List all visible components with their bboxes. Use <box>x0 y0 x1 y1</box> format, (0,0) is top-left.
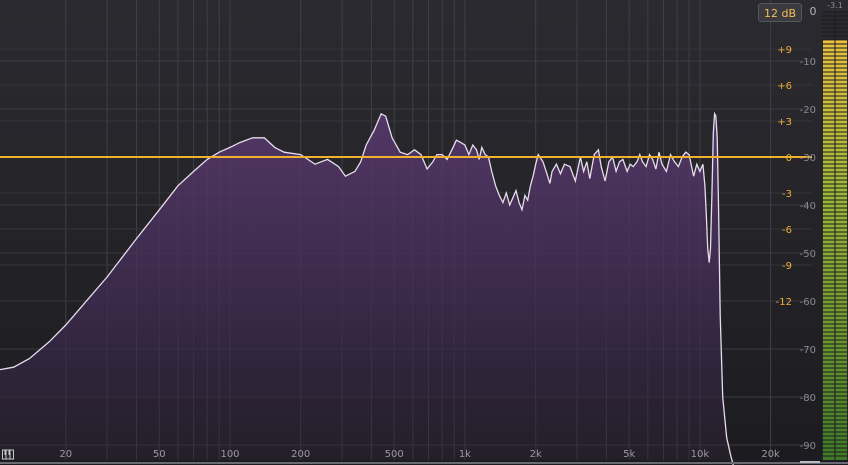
freq-label: 2k <box>530 449 542 460</box>
level-label: -50 <box>800 249 816 260</box>
piano-keyboard-icon[interactable] <box>2 448 14 460</box>
freq-label: 5k <box>623 449 635 460</box>
level-label: -40 <box>800 201 816 212</box>
level-label: -80 <box>800 393 816 404</box>
gain-label: +3 <box>777 117 792 128</box>
level-label: -20 <box>800 105 816 116</box>
level-label: -10 <box>800 57 816 68</box>
freq-label: 1k <box>459 449 471 460</box>
freq-label: 100 <box>220 449 239 460</box>
range-button[interactable]: 12 dB <box>758 3 802 22</box>
meter-peak-value: -3.1 <box>827 1 843 10</box>
gain-label: +6 <box>777 81 792 92</box>
level-label: -70 <box>800 345 816 356</box>
freq-label: 200 <box>291 449 310 460</box>
freq-label: 10k <box>691 449 710 460</box>
level-meter <box>822 11 848 461</box>
gain-label: -9 <box>782 261 792 272</box>
gain-label: -12 <box>776 297 792 308</box>
meter-zero-label: 0 <box>809 5 817 18</box>
freq-label: 20k <box>761 449 780 460</box>
spectrum-analyzer-display[interactable]: 20 50 100 200 500 1k 2k 5k 10k 20k-10-20-30-40-50… <box>0 0 848 465</box>
level-label: -60 <box>800 297 816 308</box>
level-label: -90 <box>800 441 816 452</box>
level-label: -30 <box>800 153 816 164</box>
freq-label: 50 <box>153 449 166 460</box>
gain-label: -6 <box>782 225 792 236</box>
spectrum-fill <box>0 113 742 465</box>
analyzer-window: 20 50 100 200 500 1k 2k 5k 10k 20k -10 -20 -30 -40 -50… <box>0 0 848 465</box>
gain-label: -3 <box>782 189 792 200</box>
gain-label: +9 <box>777 45 792 56</box>
freq-label: 500 <box>385 449 404 460</box>
freq-label: 20 <box>59 449 72 460</box>
gain-label: 0 <box>786 153 792 164</box>
